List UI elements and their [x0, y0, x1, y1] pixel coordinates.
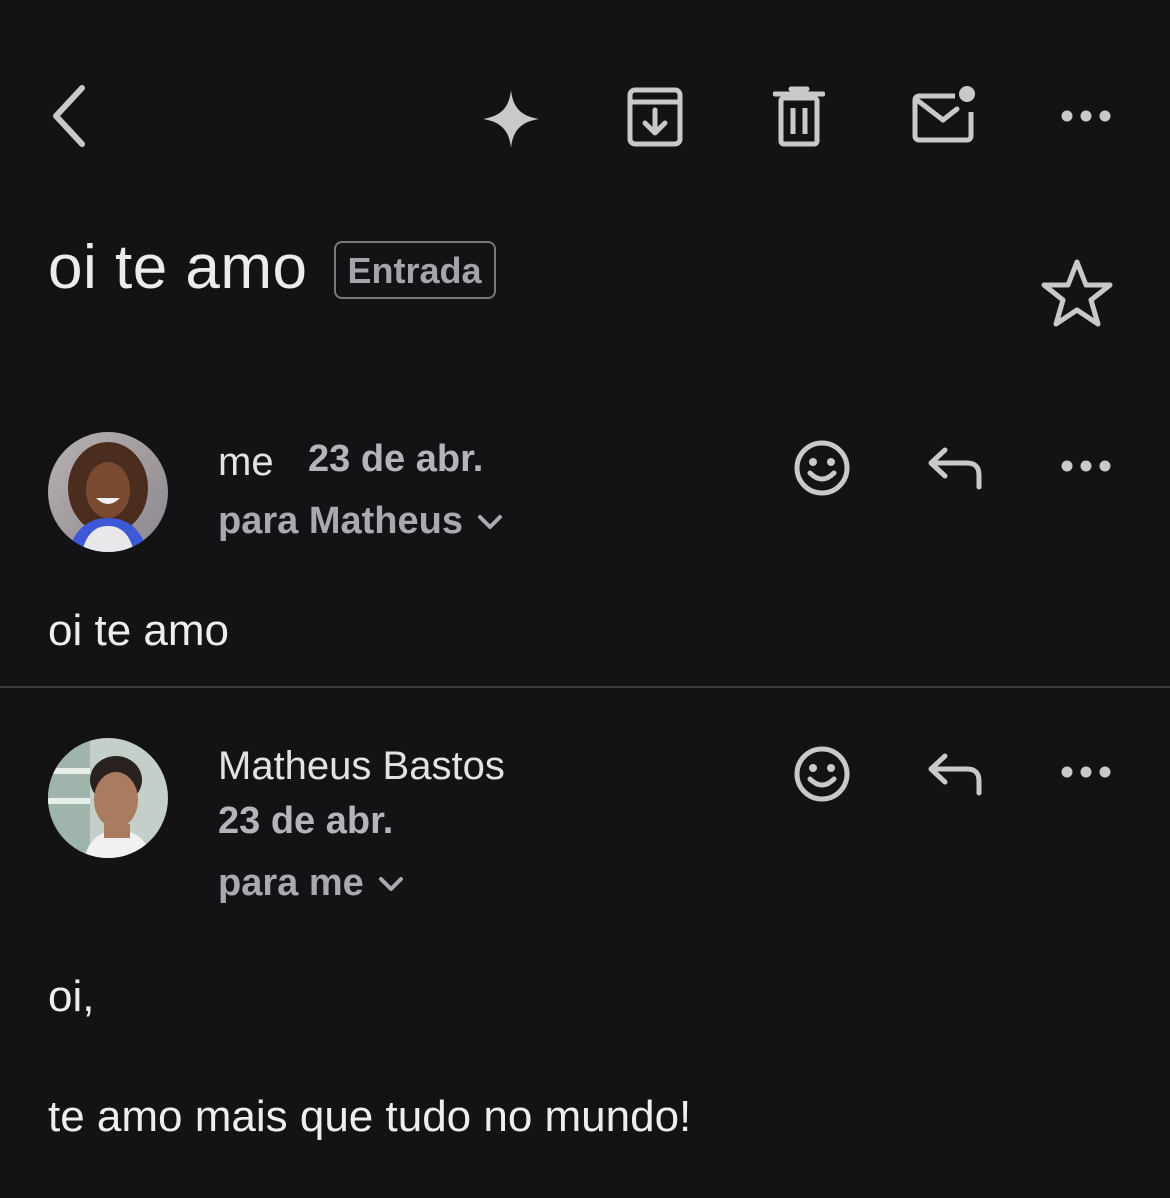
message-date: 23 de abr. — [218, 800, 394, 842]
avatar[interactable] — [48, 738, 168, 858]
message-more-button[interactable] — [1056, 448, 1116, 484]
sender-name: Matheus Bastos — [218, 744, 505, 788]
archive-icon — [627, 87, 683, 147]
email-thread-screen: oi te amo Entrada me 23 de abr. para Mat… — [0, 0, 1170, 1198]
recipients-label: para me — [218, 862, 364, 904]
message-date: 23 de abr. — [308, 438, 484, 480]
smiley-icon — [794, 440, 850, 496]
more-horizontal-icon — [1061, 460, 1111, 472]
back-button[interactable] — [38, 80, 98, 152]
message-body-line: oi te amo — [48, 606, 229, 655]
more-horizontal-icon — [1061, 766, 1111, 778]
react-emoji-button[interactable] — [790, 436, 854, 500]
recipients-toggle[interactable]: para me — [218, 862, 404, 905]
smiley-icon — [794, 746, 850, 802]
message-divider — [0, 686, 1170, 688]
message-more-button[interactable] — [1056, 754, 1116, 790]
top-toolbar — [0, 0, 1170, 210]
ai-summary-button[interactable] — [478, 86, 544, 152]
reply-button[interactable] — [922, 746, 988, 802]
delete-button[interactable] — [766, 84, 832, 150]
email-subject: oi te amo — [48, 233, 308, 302]
sparkle-icon — [483, 90, 539, 148]
reply-icon — [928, 753, 982, 796]
avatar[interactable] — [48, 432, 168, 552]
inbox-label-chip[interactable]: Entrada — [333, 240, 496, 299]
more-horizontal-icon — [1061, 110, 1111, 122]
recipients-toggle[interactable]: para Matheus — [218, 500, 503, 543]
archive-button[interactable] — [620, 84, 690, 150]
reply-button[interactable] — [922, 440, 988, 496]
back-chevron-icon — [53, 85, 85, 147]
reply-icon — [928, 447, 982, 490]
mark-unread-icon — [912, 86, 975, 143]
message-body-line: oi, — [48, 972, 95, 1021]
star-icon — [1041, 259, 1113, 327]
sender-name: me — [218, 440, 274, 484]
message-body-line: te amo mais que tudo no mundo! — [48, 1092, 692, 1141]
trash-icon — [773, 86, 825, 147]
subject-row: oi te amo Entrada — [48, 232, 496, 303]
star-button[interactable] — [1038, 256, 1116, 330]
recipients-label: para Matheus — [218, 500, 463, 542]
more-options-button[interactable] — [1056, 96, 1116, 136]
chevron-down-icon — [477, 514, 502, 529]
mark-unread-button[interactable] — [906, 82, 982, 148]
react-emoji-button[interactable] — [790, 742, 854, 806]
chevron-down-icon — [378, 876, 403, 891]
